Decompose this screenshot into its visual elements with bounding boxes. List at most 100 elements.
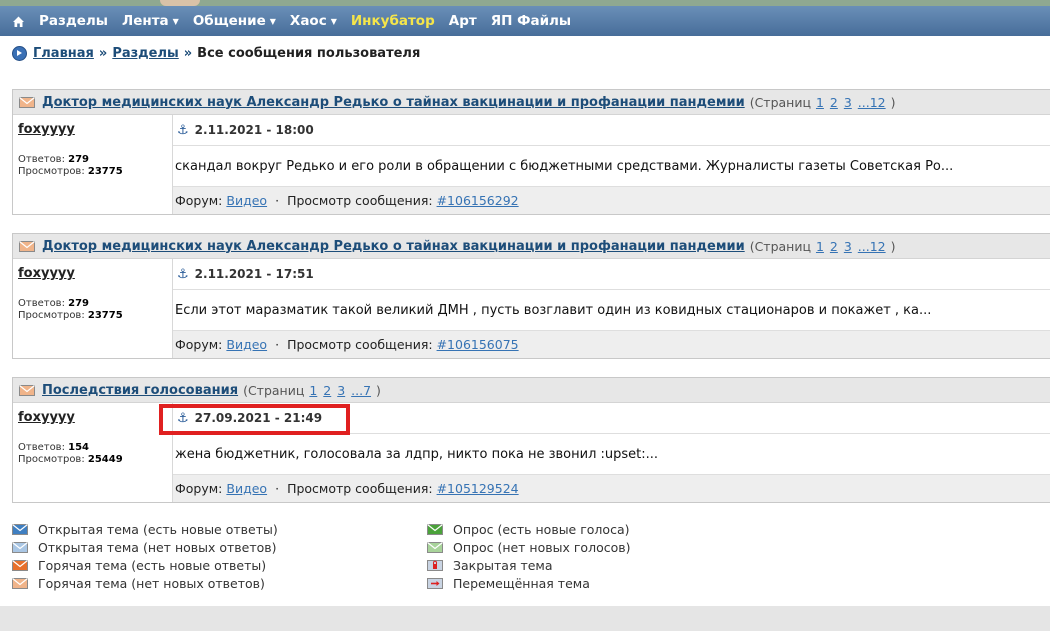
views-label: Просмотров: — [18, 166, 85, 177]
page-link[interactable]: ...7 — [351, 383, 371, 398]
post-id-link[interactable]: #105129524 — [437, 481, 519, 496]
replies-label: Ответов: — [18, 298, 65, 309]
topic-link[interactable]: Доктор медицинских наук Александр Редько… — [42, 95, 745, 110]
legend-item: Опрос (есть новые голоса) — [427, 520, 630, 538]
legend-item: Открытая тема (нет новых ответов) — [12, 538, 278, 556]
post-excerpt: скандал вокруг Редько и его роли в обращ… — [175, 158, 954, 174]
post-excerpt-row: жена бюджетник, голосовала за лдпр, никт… — [173, 434, 1050, 475]
nav-item-label: Лента — [122, 13, 169, 29]
view-post-label: Просмотр сообщения: — [287, 337, 433, 352]
pages-close: ) — [890, 94, 896, 110]
breadcrumb: Главная » Разделы » Все сообщения пользо… — [12, 46, 420, 61]
breadcrumb-separator: » — [183, 46, 193, 61]
topic-link[interactable]: Доктор медицинских наук Александр Редько… — [42, 239, 745, 254]
legend-item: Перемещённая тема — [427, 574, 630, 592]
forum-label: Форум: — [175, 481, 223, 496]
view-post-label: Просмотр сообщения: — [287, 193, 433, 208]
page-title: Все сообщения пользователя — [197, 46, 421, 61]
closed-topic-icon — [427, 559, 443, 571]
nav-item-label: Общение — [192, 13, 266, 29]
nav-item-label: Разделы — [39, 13, 109, 29]
pages-label: (Страниц — [749, 94, 811, 110]
legend-right: Опрос (есть новые голоса) Опрос (нет новы… — [427, 520, 630, 592]
poll-new-icon — [427, 523, 443, 535]
post-excerpt: Если этот маразматик такой великий ДМН ,… — [175, 302, 932, 318]
page-link[interactable]: 1 — [816, 239, 824, 254]
hot-topic-icon — [12, 577, 28, 589]
hot-topic-icon — [19, 240, 35, 252]
nav-item-3[interactable]: Хаос ▼ — [290, 13, 337, 29]
post-header: Доктор медицинских наук Александр Редько… — [13, 234, 1050, 259]
views-stat: Просмотров: 23775 — [18, 310, 123, 321]
page-link[interactable]: 2 — [323, 383, 331, 398]
pages-close: ) — [376, 382, 381, 398]
page-link[interactable]: 3 — [337, 383, 345, 398]
page-link[interactable]: 2 — [830, 95, 838, 110]
content-area: Главная » Разделы » Все сообщения пользо… — [0, 36, 1050, 606]
legend-label: Опрос (есть новые голоса) — [453, 521, 630, 537]
home-icon[interactable] — [12, 15, 25, 28]
open-topic-icon — [12, 541, 28, 553]
breadcrumb-home-link[interactable]: Главная — [33, 46, 94, 61]
legend-left: Открытая тема (есть новые ответы) Открыта… — [12, 520, 278, 592]
pages-label: (Страниц — [243, 382, 305, 398]
page-link[interactable]: 2 — [830, 239, 838, 254]
breadcrumb-section-link[interactable]: Разделы — [112, 46, 178, 61]
replies-count: 279 — [68, 298, 90, 309]
view-post-label: Просмотр сообщения: — [287, 481, 433, 496]
forum-link[interactable]: Видео — [226, 481, 267, 496]
page-link[interactable]: ...12 — [858, 239, 886, 254]
author-column: foxyyyy Ответов: 279 Просмотров: 23775 — [13, 115, 173, 214]
topic-pages: (Страниц 1 2 3 ...12 ) — [750, 95, 896, 110]
post-id-link[interactable]: #106156075 — [437, 337, 519, 352]
breadcrumb-separator: » — [98, 46, 108, 61]
post-card: Доктор медицинских наук Александр Редько… — [12, 89, 1050, 215]
page-link[interactable]: 1 — [816, 95, 824, 110]
views-count: 25449 — [87, 454, 123, 465]
forum-link[interactable]: Видео — [226, 193, 267, 208]
post-id-link[interactable]: #106156292 — [437, 193, 519, 208]
arrow-circle-icon — [12, 46, 27, 61]
legend-label: Перемещённая тема — [453, 575, 590, 591]
author-link[interactable]: foxyyyy — [18, 410, 75, 425]
nav-item-5[interactable]: Арт — [449, 13, 477, 29]
post-header: Доктор медицинских наук Александр Редько… — [13, 90, 1050, 115]
replies-label: Ответов: — [18, 442, 65, 453]
post-meta-row: Форум: Видео · Просмотр сообщения: #10615607… — [173, 331, 1050, 358]
legend-item: Горячая тема (нет новых ответов) — [12, 574, 278, 592]
poll-icon — [427, 541, 443, 553]
author-link[interactable]: foxyyyy — [18, 122, 75, 137]
anchor-icon[interactable]: ⚓ — [177, 123, 189, 138]
hot-topic-new-icon — [12, 559, 28, 571]
nav-item-6[interactable]: ЯП Файлы — [491, 13, 571, 29]
nav-item-4[interactable]: Инкубатор — [351, 13, 435, 29]
replies-count: 154 — [68, 442, 90, 453]
legend-item: Открытая тема (есть новые ответы) — [12, 520, 278, 538]
topic-link[interactable]: Последствия голосования — [42, 383, 238, 398]
page-link[interactable]: 3 — [844, 95, 852, 110]
anchor-icon[interactable]: ⚓ — [177, 267, 189, 282]
caret-down-icon: ▼ — [269, 16, 276, 26]
page-link[interactable]: 3 — [844, 239, 852, 254]
nav-item-2[interactable]: Общение ▼ — [193, 13, 276, 29]
forum-link[interactable]: Видео — [226, 337, 267, 352]
views-label: Просмотров: — [18, 454, 85, 465]
post-excerpt-row: Если этот маразматик такой великий ДМН ,… — [173, 290, 1050, 331]
nav-item-0[interactable]: Разделы — [39, 13, 108, 29]
post-date-row: ⚓ 2.11.2021 - 18:00 — [173, 115, 1050, 146]
pages-close: ) — [890, 238, 896, 254]
page-link[interactable]: ...12 — [858, 95, 886, 110]
post-card: Последствия голосования (Страниц 1 2 3 ..… — [12, 377, 1050, 503]
nav-item-1[interactable]: Лента ▼ — [122, 13, 179, 29]
date-highlight-box — [159, 404, 350, 435]
post-meta-row: Форум: Видео · Просмотр сообщения: #10615629… — [173, 187, 1050, 214]
topic-pages: (Страниц 1 2 3 ...7 ) — [243, 383, 381, 398]
meta-separator: · — [275, 193, 280, 208]
author-link[interactable]: foxyyyy — [18, 266, 75, 281]
replies-stat: Ответов: 279 — [18, 298, 89, 309]
forum-label: Форум: — [175, 337, 223, 352]
nav-item-label: Инкубатор — [350, 13, 435, 29]
replies-stat: Ответов: 154 — [18, 442, 89, 453]
page-link[interactable]: 1 — [309, 383, 317, 398]
legend-label: Открытая тема (есть новые ответы) — [38, 521, 278, 537]
